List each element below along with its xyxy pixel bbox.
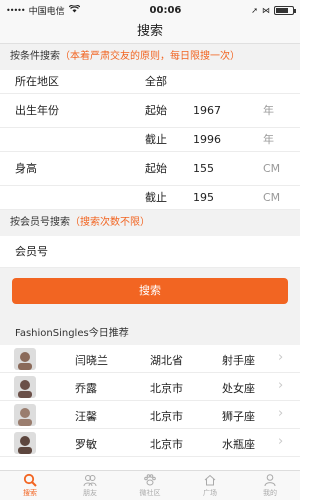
height-end-unit: CM (263, 191, 281, 204)
location-label: 所在地区 (15, 75, 59, 88)
bluetooth-icon: ⋈ (262, 5, 270, 15)
recommend-name: 罗敏 (75, 438, 97, 451)
chevron-right-icon: › (278, 350, 284, 365)
member-search-note: （搜索次数不限） (70, 217, 150, 228)
avatar (14, 348, 36, 370)
avatar (14, 404, 36, 426)
condition-search-header: 按条件搜索（本着严肃交友的原则，每日限搜一次） (0, 44, 300, 70)
condition-search-note: （本着严肃交友的原则，每日限搜一次） (60, 51, 240, 62)
member-id-label: 会员号 (15, 245, 48, 258)
chevron-right-icon: › (278, 378, 284, 393)
tab-label: 朋友 (83, 489, 97, 497)
paw-icon (144, 474, 156, 486)
condition-search-label: 按条件搜索 (10, 51, 60, 62)
recommend-sign: 狮子座 (222, 410, 255, 423)
avatar (14, 376, 36, 398)
chevron-right-icon: › (278, 406, 284, 421)
birth-year-start-label: 起始 (145, 104, 167, 117)
battery-level (276, 7, 288, 13)
member-id-field[interactable]: 会员号 (0, 236, 300, 268)
birth-year-end-label: 截止 (145, 133, 167, 146)
status-bar: ••••• 中国电信 00:06 ➚ ⋈ (0, 0, 300, 20)
recommend-row[interactable]: 罗敏 北京市 水瓶座 › (0, 429, 300, 457)
member-search-header: 按会员号搜索（搜索次数不限） (0, 210, 300, 236)
birth-year-start-unit: 年 (263, 104, 274, 117)
wifi-icon (68, 3, 80, 16)
status-left: ••••• 中国电信 (6, 3, 80, 17)
avatar (14, 432, 36, 454)
signal-strength-icon: ••••• (6, 5, 26, 15)
height-end-row[interactable]: 截止 195 CM (0, 186, 300, 210)
height-label: 身高 (15, 162, 37, 175)
recommend-sign: 水瓶座 (222, 438, 255, 451)
tab-label: 搜索 (23, 489, 37, 497)
recommend-row[interactable]: 乔露 北京市 处女座 › (0, 373, 300, 401)
birth-year-end-unit: 年 (263, 133, 274, 146)
location-arrow-icon: ➚ (251, 5, 258, 15)
height-end-label: 截止 (145, 191, 167, 204)
status-time: 00:06 (149, 4, 182, 16)
member-search-label: 按会员号搜索 (10, 217, 70, 228)
home-icon (204, 474, 216, 486)
page-title: 搜索 (0, 20, 300, 44)
recommend-row[interactable]: 汪馨 北京市 狮子座 › (0, 401, 300, 429)
tab-plaza[interactable]: 广场 (180, 471, 240, 500)
recommend-list: 闫晓兰 湖北省 射手座 › 乔露 北京市 处女座 › 汪馨 北京市 狮子座 › … (0, 345, 300, 457)
height-start-unit: CM (263, 162, 281, 175)
friends-icon (83, 475, 97, 487)
recommend-city: 北京市 (150, 438, 183, 451)
birth-year-start-value[interactable]: 1967 (193, 94, 221, 128)
birth-year-start-row[interactable]: 出生年份 起始 1967 年 (0, 94, 300, 128)
tab-search[interactable]: 搜索 (0, 471, 60, 500)
recommend-city: 湖北省 (150, 354, 183, 367)
status-right: ➚ ⋈ (251, 5, 296, 15)
tab-mine[interactable]: 我的 (240, 471, 300, 500)
height-start-label: 起始 (145, 162, 167, 175)
person-icon (264, 474, 276, 487)
search-button[interactable]: 搜索 (12, 278, 288, 304)
tab-label: 广场 (203, 489, 217, 497)
search-icon (23, 473, 37, 487)
recommend-row[interactable]: 闫晓兰 湖北省 射手座 › (0, 345, 300, 373)
height-start-row[interactable]: 身高 起始 155 CM (0, 152, 300, 186)
carrier-label: 中国电信 (28, 6, 65, 17)
recommend-city: 北京市 (150, 382, 183, 395)
tab-friends[interactable]: 朋友 (60, 471, 120, 500)
birth-year-label: 出生年份 (15, 104, 59, 117)
recommend-city: 北京市 (150, 410, 183, 423)
location-value[interactable]: 全部 (145, 70, 167, 94)
tab-label: 微社区 (139, 489, 161, 497)
recommend-sign: 射手座 (222, 354, 255, 367)
tab-bar: 搜索 朋友 微社区 广场 我的 (0, 470, 300, 500)
battery-icon (274, 5, 296, 15)
tab-community[interactable]: 微社区 (120, 471, 180, 500)
recommend-name: 乔露 (75, 382, 97, 395)
recommend-name: 闫晓兰 (75, 354, 108, 367)
height-end-value[interactable]: 195 (193, 186, 214, 210)
recommend-sign: 处女座 (222, 382, 255, 395)
recommend-header: FashionSingles今日推荐 (0, 322, 300, 345)
location-row[interactable]: 所在地区 全部 (0, 70, 300, 94)
birth-year-end-row[interactable]: 截止 1996 年 (0, 128, 300, 152)
recommend-name: 汪馨 (75, 410, 97, 423)
height-start-value[interactable]: 155 (193, 152, 214, 186)
birth-year-end-value[interactable]: 1996 (193, 128, 221, 152)
tab-label: 我的 (263, 489, 277, 497)
chevron-right-icon: › (278, 434, 284, 449)
